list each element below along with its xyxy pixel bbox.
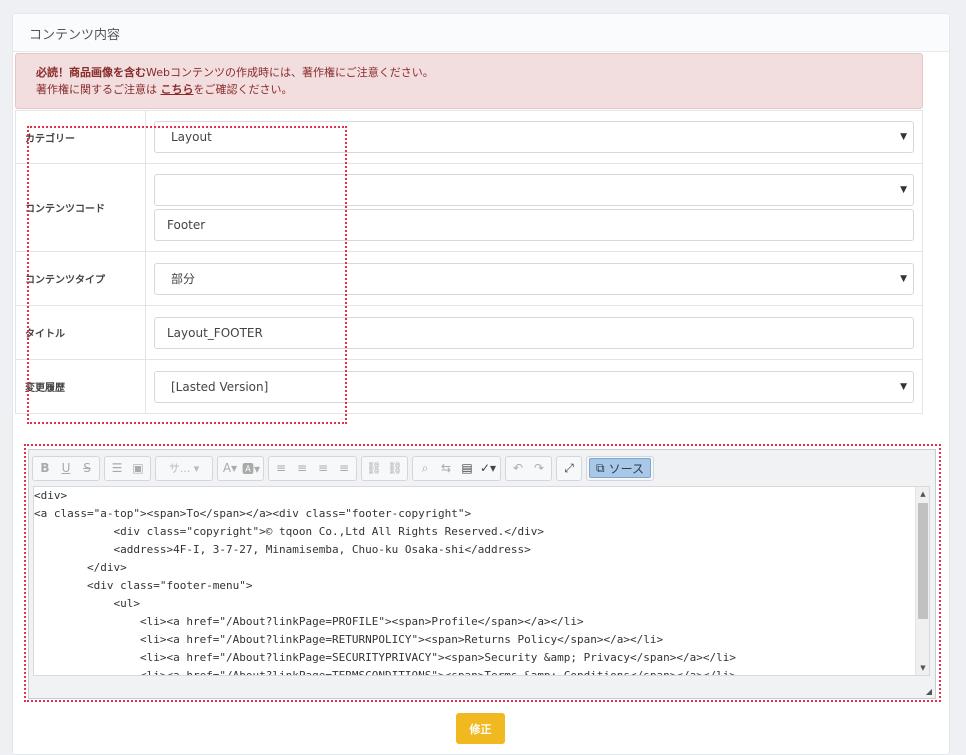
chevron-down-icon: ▼	[900, 381, 907, 392]
search-icon[interactable]: ⌕	[416, 458, 434, 478]
copyright-alert: 必読！商品画像を含むWebコンテンツの作成時には、著作権にご注意ください。 著作…	[15, 53, 923, 109]
background-color-icon[interactable]: 🅰▾	[242, 458, 260, 478]
rich-text-editor: B U S ☰ ▣ サ... ▾ A▾ 🅰▾ ≡ ≡ ≡ ≡ ⛓ ⛓ ⌕ ⇆ ▤	[28, 449, 936, 699]
scroll-up-icon[interactable]: ▲	[916, 487, 929, 501]
alert-bold-text: 必読！商品画像を含む	[36, 66, 146, 79]
source-icon: ⧉	[596, 460, 605, 475]
category-label: カテゴリー	[16, 111, 146, 163]
chevron-down-icon: ▼	[900, 273, 907, 284]
source-button[interactable]: ⧉ ソース	[589, 458, 652, 478]
content-type-select[interactable]: 部分 ▼	[154, 262, 914, 295]
redo-icon[interactable]: ↷	[530, 458, 548, 478]
alert-text-2: 著作権に関するご注意は	[36, 83, 157, 96]
font-size-select[interactable]: サ... ▾	[159, 458, 209, 478]
scrollbar[interactable]: ▲ ▼	[915, 487, 929, 675]
history-label: 変更履歴	[16, 360, 146, 413]
align-center-icon[interactable]: ≡	[293, 458, 311, 478]
scroll-down-icon[interactable]: ▼	[916, 661, 929, 675]
horizontal-rule-icon[interactable]: ☰	[108, 458, 126, 478]
align-justify-icon[interactable]: ≡	[335, 458, 353, 478]
spellcheck-icon[interactable]: ✓▾	[479, 458, 497, 478]
source-code-area[interactable]: <div> <a class="a-top"><span>To</span></…	[33, 486, 930, 676]
content-type-label: コンテンツタイプ	[16, 252, 146, 305]
chevron-down-icon: ▼	[900, 132, 907, 142]
select-all-icon[interactable]: ▤	[458, 458, 476, 478]
content-code-row: コンテンツコード ▼ Footer	[15, 164, 923, 252]
content-type-row: コンテンツタイプ 部分 ▼	[15, 252, 923, 306]
unlink-icon[interactable]: ⛓	[386, 458, 404, 478]
title-row: タイトル Layout_FOOTER	[15, 306, 923, 360]
editor-toolbar: B U S ☰ ▣ サ... ▾ A▾ 🅰▾ ≡ ≡ ≡ ≡ ⛓ ⛓ ⌕ ⇆ ▤	[29, 450, 935, 486]
alert-link[interactable]: こちら	[161, 83, 194, 96]
category-row: カテゴリー Layout ▼	[15, 110, 923, 164]
text-color-icon[interactable]: A▾	[221, 458, 239, 478]
align-right-icon[interactable]: ≡	[314, 458, 332, 478]
submit-button[interactable]: 修正	[456, 713, 505, 744]
content-code-label: コンテンツコード	[16, 164, 146, 251]
history-select[interactable]: [Lasted Version] ▼	[154, 370, 914, 403]
content-form: カテゴリー Layout ▼ コンテンツコード ▼ Footer コンテンツタイプ…	[15, 110, 923, 414]
alert-text: Webコンテンツの作成時には、著作権にご注意ください。	[146, 66, 434, 79]
maximize-icon[interactable]: ⤢	[560, 458, 578, 478]
underline-icon[interactable]: U	[57, 458, 75, 478]
history-row: 変更履歴 [Lasted Version] ▼	[15, 360, 923, 414]
content-code-input[interactable]: Footer	[154, 209, 914, 241]
scroll-thumb[interactable]	[918, 503, 928, 619]
link-icon[interactable]: ⛓	[365, 458, 383, 478]
title-input[interactable]: Layout_FOOTER	[154, 316, 914, 349]
undo-icon[interactable]: ↶	[509, 458, 527, 478]
bold-icon[interactable]: B	[36, 458, 54, 478]
strikethrough-icon[interactable]: S	[78, 458, 96, 478]
content-code-select[interactable]: ▼	[154, 174, 914, 206]
alert-text-3: をご確認ください。	[193, 83, 293, 96]
panel-title: コンテンツ内容	[13, 14, 949, 52]
source-code[interactable]: <div> <a class="a-top"><span>To</span></…	[34, 487, 929, 675]
category-select[interactable]: Layout ▼	[154, 121, 914, 153]
align-left-icon[interactable]: ≡	[272, 458, 290, 478]
replace-icon[interactable]: ⇆	[437, 458, 455, 478]
resize-handle-icon[interactable]: ◢	[926, 687, 932, 696]
image-icon[interactable]: ▣	[129, 458, 147, 478]
title-label: タイトル	[16, 306, 146, 359]
chevron-down-icon: ▼	[900, 185, 907, 195]
